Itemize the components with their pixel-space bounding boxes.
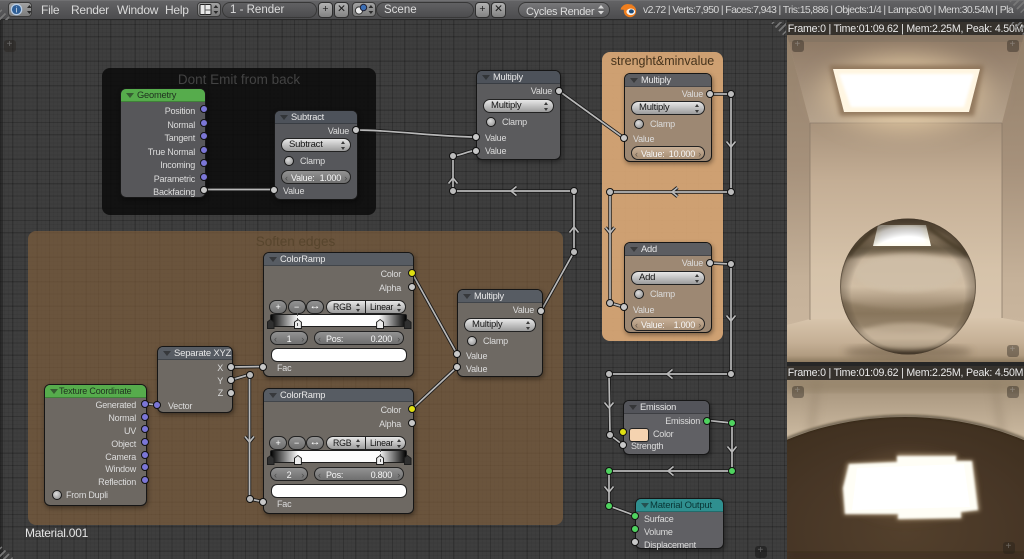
svg-text:i: i	[16, 6, 18, 15]
